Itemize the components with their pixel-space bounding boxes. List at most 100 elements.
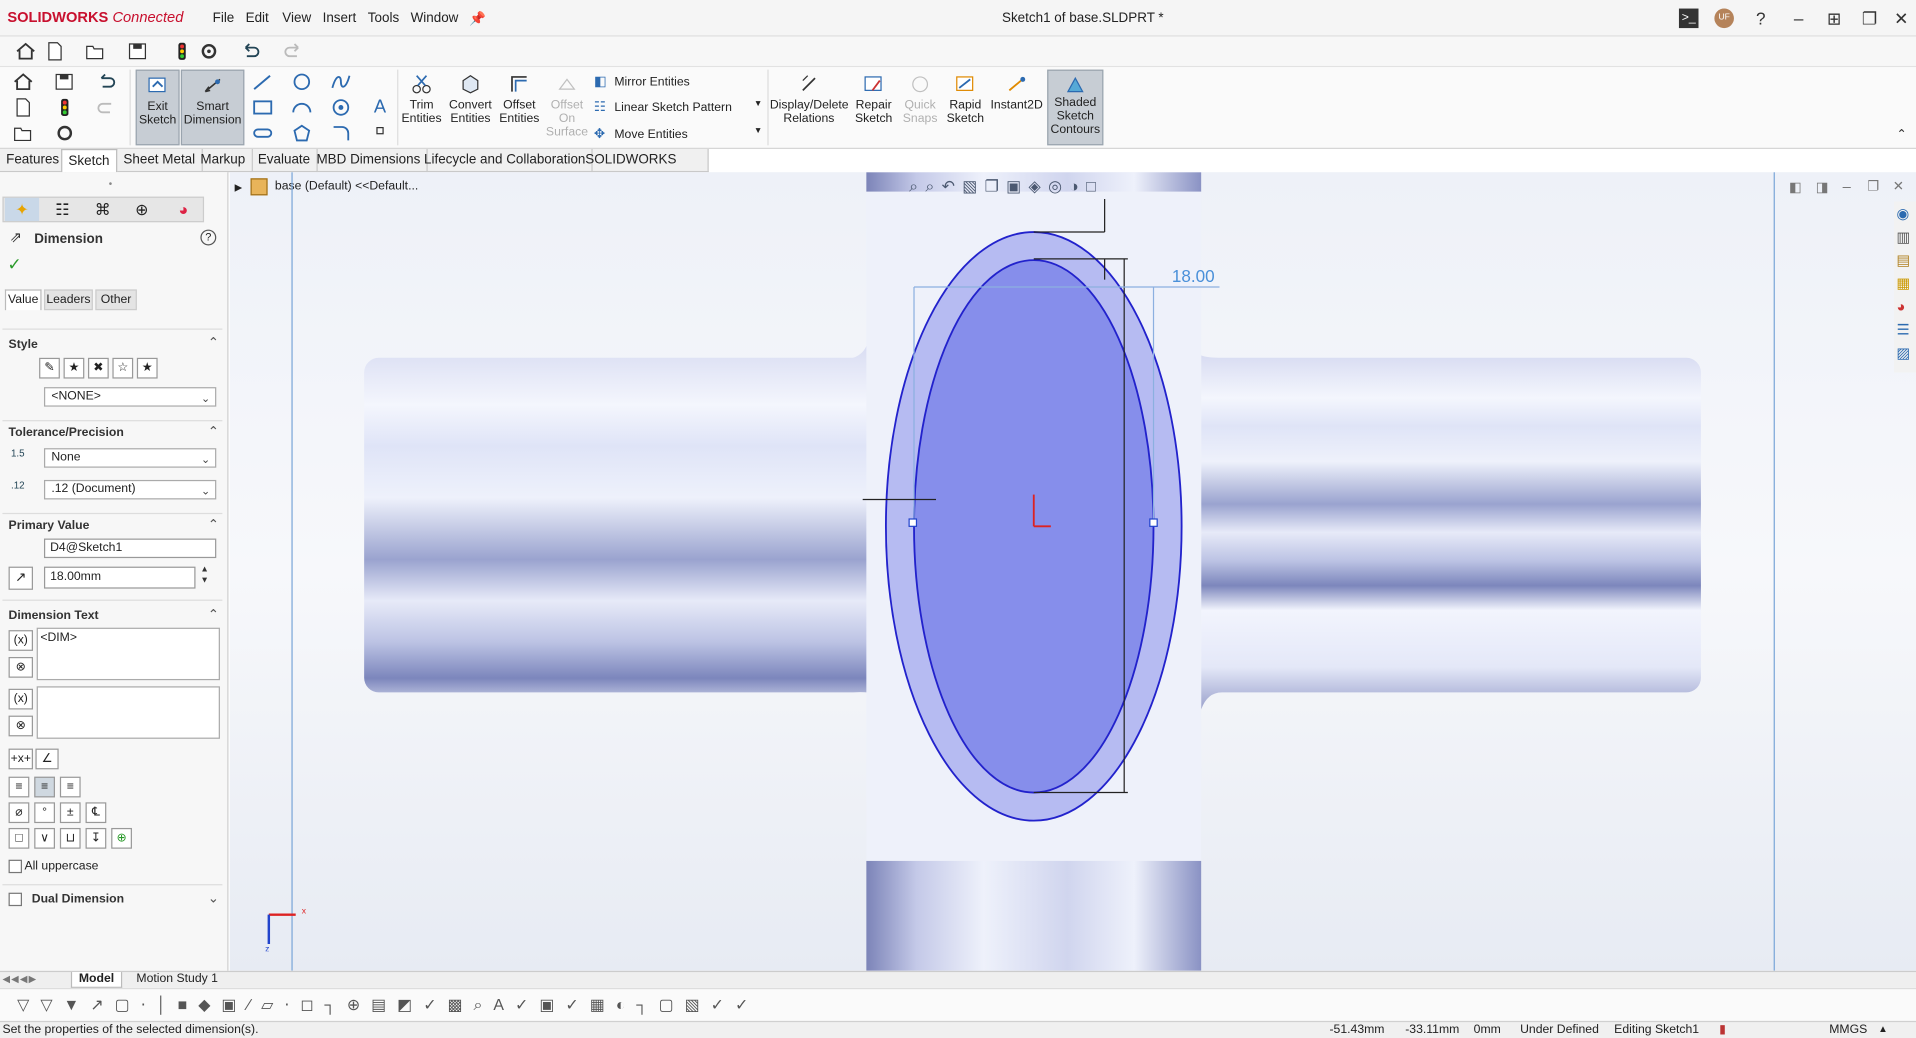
depth-symbol-icon[interactable]: ↧ [85, 827, 107, 849]
viewport-tile-icon[interactable]: ◨ [1816, 180, 1829, 196]
filter-edge-icon[interactable]: │ [157, 995, 178, 1013]
zoom-to-fit-icon[interactable]: ⌕ [909, 177, 925, 195]
dimension-text-above[interactable]: <DIM> [36, 627, 220, 681]
move-dropdown-icon[interactable]: ▼ [754, 127, 762, 136]
undo-icon[interactable] [240, 42, 262, 62]
shaded-sketch-contours-button[interactable]: Shaded Sketch Contours [1047, 69, 1104, 146]
filter-balloon-icon[interactable]: ⌕ [474, 995, 494, 1013]
menu-insert[interactable]: Insert [323, 11, 357, 26]
dual-dimension-checkbox[interactable] [8, 892, 22, 907]
rebuild-status-icon[interactable]: ▮ [1719, 1023, 1726, 1036]
mirror-entities-button[interactable]: ◧ Mirror Entities [594, 73, 690, 89]
filter-hole-icon[interactable]: ◐ [616, 995, 637, 1013]
view-settings-icon[interactable]: □ [1086, 177, 1103, 195]
property-manager-icon[interactable]: ☷ [49, 198, 76, 221]
menu-tools[interactable]: Tools [368, 11, 399, 26]
dimension-value-label[interactable]: 18.00 [1172, 266, 1215, 286]
trim-entities-button[interactable]: Trim Entities [401, 70, 443, 146]
load-style-icon[interactable]: ★ [136, 357, 158, 379]
point-icon[interactable] [376, 127, 384, 135]
menu-view[interactable]: View [282, 11, 311, 26]
tab-model[interactable]: Model [70, 972, 123, 988]
value-spinner[interactable]: ▲ ▼ [200, 564, 208, 586]
style-select[interactable]: <NONE> ⌄ [43, 387, 217, 407]
align-right-icon[interactable]: ≡ [59, 776, 81, 798]
smart-dimension-button[interactable]: Smart Dimension [180, 69, 245, 146]
solidworks-resources-icon[interactable]: ◉ [1896, 205, 1909, 222]
tab-sheet-metal[interactable]: Sheet Metal [117, 148, 203, 173]
expand-dual-dimension-icon[interactable]: ⌄ [208, 890, 219, 906]
centerline-symbol-icon[interactable]: ℄ [85, 802, 107, 824]
convert-entities-button[interactable]: Convert Entities [447, 70, 493, 146]
subtab-other[interactable]: Other [95, 289, 137, 311]
polygon-tool-icon[interactable] [291, 123, 313, 143]
rebuild-icon[interactable] [171, 42, 193, 62]
square-symbol-icon[interactable]: □ [8, 827, 30, 849]
menu-edit[interactable]: Edit [246, 11, 269, 26]
tab-evaluate[interactable]: Evaluate [252, 148, 318, 173]
filter-point-icon[interactable]: ⋅ [284, 995, 300, 1013]
view-palette-icon[interactable]: ▦ [1896, 275, 1910, 292]
appearance-icon[interactable]: ◑ [1069, 177, 1086, 195]
delete-style-icon[interactable]: ✖ [87, 357, 109, 379]
display-delete-relations-button[interactable]: Display/Delete Relations [770, 70, 849, 146]
select-arrow-icon[interactable]: ↗ [90, 995, 114, 1013]
dimension-value-field[interactable]: 18.00mm [43, 566, 196, 589]
repair-sketch-button[interactable]: Repair Sketch [852, 70, 896, 146]
help-icon[interactable]: ? [200, 229, 217, 246]
menu-file[interactable]: File [213, 11, 235, 26]
viewport-minimize-icon[interactable]: – [1843, 178, 1851, 195]
save-style-icon[interactable]: ☆ [112, 357, 134, 379]
help-icon[interactable]: ? [1746, 7, 1775, 29]
dimension-name-field[interactable]: D4@Sketch1 [43, 538, 217, 559]
forum-icon[interactable]: ▨ [1896, 344, 1910, 361]
menu-window[interactable]: Window [411, 11, 459, 26]
subtab-leaders[interactable]: Leaders [43, 289, 93, 311]
filter-table-icon[interactable]: ▧ [685, 995, 711, 1013]
home-icon[interactable] [15, 42, 37, 62]
view-orientation-icon[interactable]: ▣ [1006, 177, 1028, 195]
tab-sketch[interactable]: Sketch [61, 148, 117, 173]
panel-grip-icon[interactable]: • [109, 178, 112, 189]
filter-text-icon[interactable]: A [493, 995, 515, 1013]
tab-motion-study[interactable]: Motion Study 1 [125, 972, 230, 988]
filter-midpoint-icon[interactable]: ⊕ [347, 995, 371, 1013]
countersink-symbol-icon[interactable]: ∨ [34, 827, 55, 849]
command-search-icon[interactable]: >_ [1678, 8, 1699, 29]
ok-checkmark-icon[interactable]: ✓ [7, 254, 21, 275]
align-left-icon[interactable]: ≡ [8, 776, 30, 798]
fillet-icon[interactable] [330, 123, 352, 143]
reverse-direction-icon[interactable]: ↗ [8, 566, 33, 590]
exit-sketch-button[interactable]: Exit Sketch [135, 69, 180, 146]
tab-addins[interactable]: SOLIDWORKS Add-Ins [579, 148, 709, 189]
line-icon[interactable] [252, 72, 274, 92]
more-symbols-icon[interactable]: ⊕ [111, 827, 132, 849]
filter-clear-icon[interactable]: ▼ [64, 995, 91, 1013]
tab-scroll-arrows[interactable]: ◀◀◀▶ [2, 973, 68, 986]
collapse-dimtext-icon[interactable]: ⌃ [208, 607, 219, 623]
filter-vertex-icon[interactable]: ⋅ [141, 995, 157, 1013]
filter-plane-icon[interactable]: ▱ [261, 995, 284, 1013]
file-explorer-icon[interactable]: ▤ [1896, 252, 1910, 269]
filter-dimension-icon[interactable]: ◩ [397, 995, 423, 1013]
tab-features[interactable]: Features [0, 148, 67, 173]
text-tool-icon[interactable]: A [374, 96, 386, 117]
display-manager-icon[interactable]: ◕ [170, 198, 197, 221]
filter-solid-icon[interactable]: ▣ [221, 995, 247, 1013]
viewport-close-icon[interactable]: ✕ [1893, 178, 1904, 195]
tile-windows-icon[interactable]: ⊞ [1819, 7, 1848, 29]
tab-mbd-dimensions[interactable]: MBD Dimensions [310, 148, 428, 173]
move-entities-button[interactable]: ✥ Move Entities [594, 126, 688, 142]
filter-gtol-icon[interactable]: ▦ [590, 995, 616, 1013]
dynamic-annotation-icon[interactable]: ❐ [985, 177, 1007, 195]
filter-surface-finish-icon[interactable]: ✓ [565, 995, 589, 1013]
filter-note-icon[interactable]: ▩ [448, 995, 474, 1013]
collapse-primary-icon[interactable]: ⌃ [208, 517, 219, 533]
app-logo[interactable]: SOLIDWORKS Connected [7, 9, 183, 26]
dimxpert-icon[interactable]: ⊕ [128, 198, 155, 221]
filter-more-icon[interactable]: ✓ [735, 995, 759, 1013]
feature-manager-icon[interactable]: ✦ [4, 197, 40, 222]
all-uppercase-checkbox[interactable] [8, 859, 22, 874]
previous-view-icon[interactable]: ↶ [942, 177, 963, 195]
arc-icon[interactable] [291, 98, 313, 118]
